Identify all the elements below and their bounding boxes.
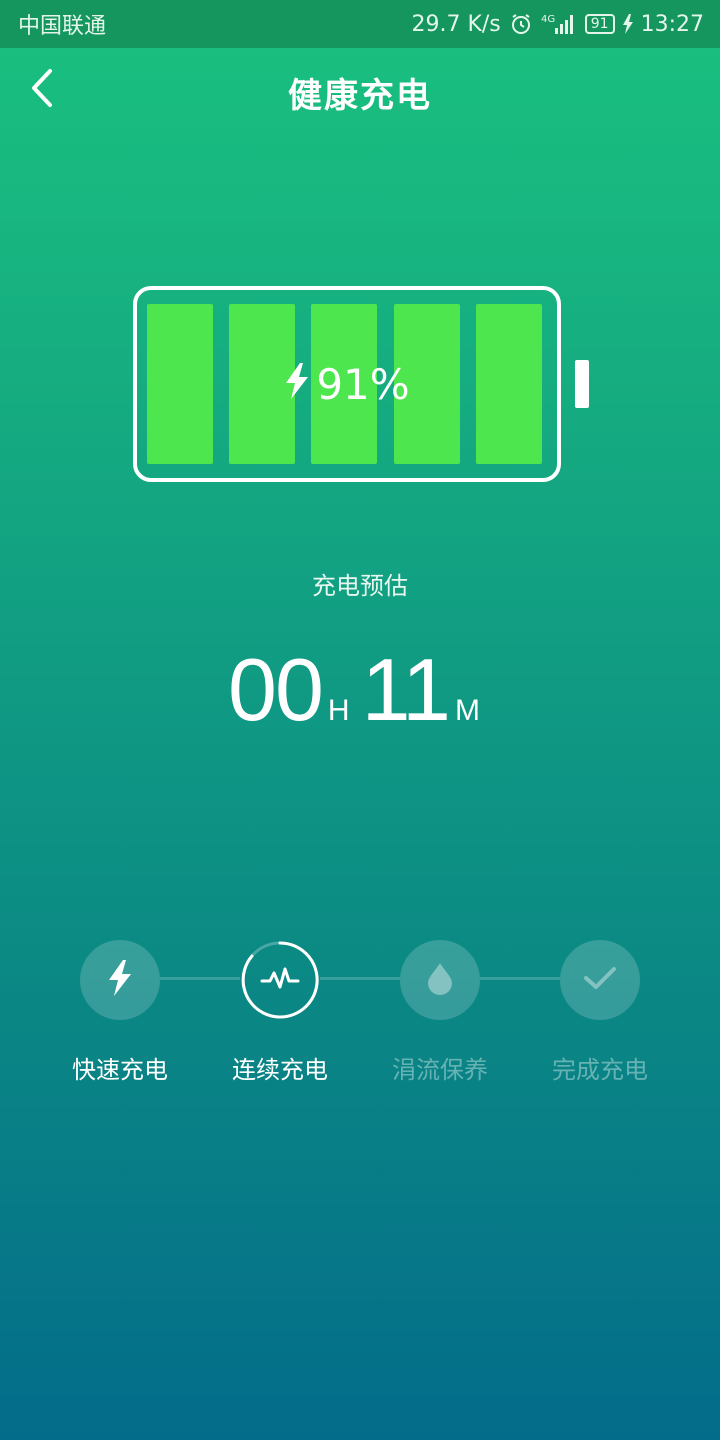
page-title: 健康充电 xyxy=(288,76,432,116)
step-charge-complete xyxy=(560,940,640,1020)
carrier-name: 中国联通 xyxy=(18,14,107,39)
step-label-continuous-charge: 连续充电 xyxy=(232,1056,328,1084)
step-label-charge-complete: 完成充电 xyxy=(552,1056,648,1084)
step-continuous-charge xyxy=(240,940,320,1020)
svg-text:4G: 4G xyxy=(541,14,555,25)
status-right: 29.7 K/s 4G 91 13:27 xyxy=(411,12,704,37)
step-connector xyxy=(480,977,560,980)
droplet-icon xyxy=(425,961,455,999)
step-connector xyxy=(320,977,400,980)
status-time: 13:27 xyxy=(640,11,704,37)
battery-percent-display: 91% xyxy=(133,286,561,482)
estimate-time: 00 H 11 M xyxy=(0,640,720,750)
header: 健康充电 xyxy=(0,48,720,132)
lightning-icon xyxy=(284,360,310,409)
estimate-label: 充电预估 xyxy=(312,572,408,600)
signal-icon: 4G xyxy=(541,12,577,36)
battery-percent: 91% xyxy=(316,359,410,409)
estimate-minutes-unit: M xyxy=(454,694,480,727)
step-connector xyxy=(160,977,240,980)
estimate-minutes: 11 xyxy=(361,640,451,739)
step-label-trickle-maintenance: 涓流保养 xyxy=(392,1056,488,1084)
step-fast-charge xyxy=(80,940,160,1020)
estimate-hours-unit: H xyxy=(327,694,350,727)
lightning-icon xyxy=(107,960,133,1000)
net-speed: 29.7 K/s xyxy=(411,11,501,37)
battery-terminal xyxy=(575,360,589,408)
check-icon xyxy=(583,965,617,995)
step-label-fast-charge: 快速充电 xyxy=(72,1056,168,1084)
alarm-icon xyxy=(509,12,533,36)
step-trickle-maintenance xyxy=(400,940,480,1020)
status-battery-level: 91 xyxy=(584,14,615,34)
status-bar: 中国联通 29.7 K/s 4G 91 13:27 xyxy=(0,0,720,48)
estimate-hours: 00 xyxy=(228,640,324,739)
charging-icon xyxy=(622,14,633,34)
pulse-icon xyxy=(260,963,300,997)
